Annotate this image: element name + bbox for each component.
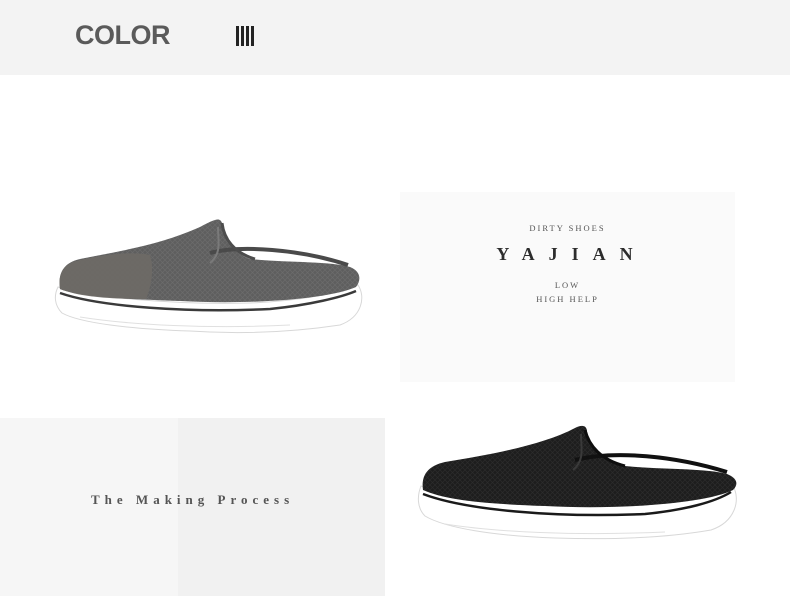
brand-name: YAJIAN — [496, 244, 647, 264]
brand-line-high-help: HIGH HELP — [536, 294, 599, 304]
brand-tagline: DIRTY SHOES — [529, 223, 606, 233]
making-process-text: The Making Process — [91, 492, 295, 507]
black-slipper-image — [417, 425, 737, 540]
bars-icon — [236, 26, 256, 46]
grey-slipper-image — [54, 219, 363, 334]
brand-line-low: LOW — [554, 280, 581, 290]
brand-card: DIRTY SHOES YAJIAN LOW HIGH HELP — [400, 192, 735, 382]
header-bar: COLOR — [0, 0, 790, 75]
header-title: COLOR — [75, 20, 171, 50]
